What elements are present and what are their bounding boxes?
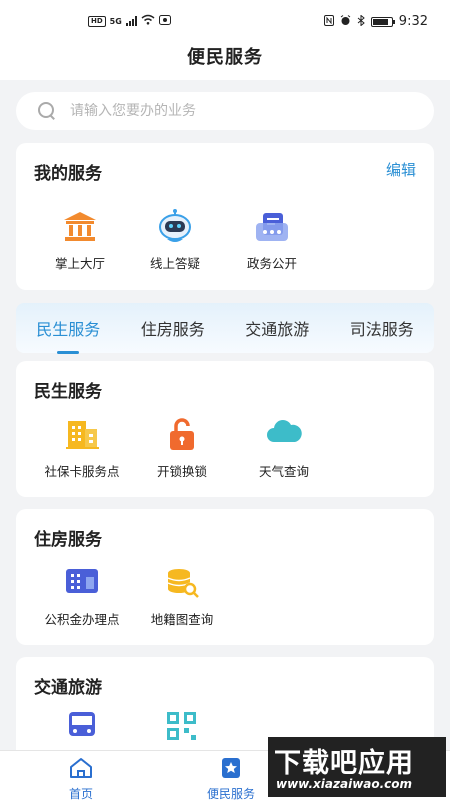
online-qa-button[interactable]: 线上答疑 [125,209,225,272]
nav-label: 首页 [68,787,93,800]
livelihood-section: 民生服务 社保卡服务点 开锁换锁 天气查询 [16,361,434,497]
tab-judicial[interactable]: 司法服务 [350,316,414,340]
status-bar: HD 5G 9:32 [0,0,450,40]
edit-button[interactable]: 编辑 [386,159,416,180]
category-tabs: 民生服务 住房服务 交通旅游 司法服务 [16,303,434,354]
service-label: 政务公开 [246,256,297,271]
service-label: 天气查询 [258,464,309,479]
cloud-icon [265,417,303,455]
wifi-icon [141,14,155,28]
social-security-card-button[interactable]: 社保卡服务点 [32,417,132,480]
qr-code-service-button[interactable] [132,709,232,753]
section-title: 民生服务 [34,382,102,402]
service-hall-button[interactable]: 掌上大厅 [30,209,130,272]
housing-section: 住房服务 公积金办理点 地籍图查询 [16,509,434,645]
signal-icon [125,16,137,26]
network-label: 5G [109,16,122,26]
watermark-main-text: 下载吧应用 [274,748,414,779]
qr-code-icon [163,709,201,747]
tab-housing[interactable]: 住房服务 [141,316,205,340]
tab-livelihood[interactable]: 民生服务 [36,316,100,354]
status-right-icons: 9:32 [323,13,428,29]
bluetooth-icon [357,13,365,29]
section-title: 住房服务 [34,530,102,550]
status-left-icons: HD 5G [88,14,171,28]
nav-convenience-services[interactable]: 便民服务 [191,757,271,800]
service-label: 掌上大厅 [54,256,105,271]
government-affairs-button[interactable]: 政务公开 [222,209,322,272]
section-title: 交通旅游 [34,678,102,698]
page-title: 便民服务 [187,47,263,68]
weather-query-button[interactable]: 天气查询 [234,417,334,480]
battery-icon [370,16,395,27]
eye-comfort-icon [158,14,171,28]
my-services-title: 我的服务 [34,164,102,184]
search-input[interactable] [70,103,390,119]
watermark-url: www.xiazaiwao.com [276,777,413,791]
nav-label: 便民服务 [206,787,255,800]
my-services-card: 我的服务 编辑 掌上大厅 线上答疑 政务公开 [16,143,434,290]
cadastral-map-query-button[interactable]: 地籍图查询 [132,565,232,628]
hd-badge: HD [88,15,106,27]
provident-fund-office-button[interactable]: 公积金办理点 [32,565,132,628]
nav-home[interactable]: 首页 [41,757,121,800]
service-label: 地籍图查询 [150,612,214,627]
robot-icon [156,209,194,247]
watermark-logo: 下载吧应用 www.xiazaiwao.com [268,737,446,797]
service-label: 线上答疑 [149,256,200,271]
page-header: 便民服务 [0,40,450,80]
bus-icon [63,709,101,747]
service-label: 开锁换锁 [156,464,207,479]
star-bookmark-icon [220,758,242,783]
government-affairs-icon [253,209,291,247]
search-bar[interactable] [16,92,434,130]
alarm-icon [340,14,351,29]
service-label: 社保卡服务点 [44,464,120,479]
search-icon [38,102,56,120]
tab-transport-travel[interactable]: 交通旅游 [245,316,309,340]
home-icon [68,758,94,783]
coins-search-icon [163,565,201,603]
building-icon [63,417,101,455]
bank-icon [61,209,99,247]
clock-time: 9:32 [398,14,428,29]
nfc-icon [323,14,334,29]
office-building-icon [63,565,101,603]
unlock-icon [163,417,201,455]
service-label: 公积金办理点 [44,612,120,627]
bus-service-button[interactable] [32,709,132,753]
lock-service-button[interactable]: 开锁换锁 [132,417,232,480]
battery-fill [372,18,389,25]
